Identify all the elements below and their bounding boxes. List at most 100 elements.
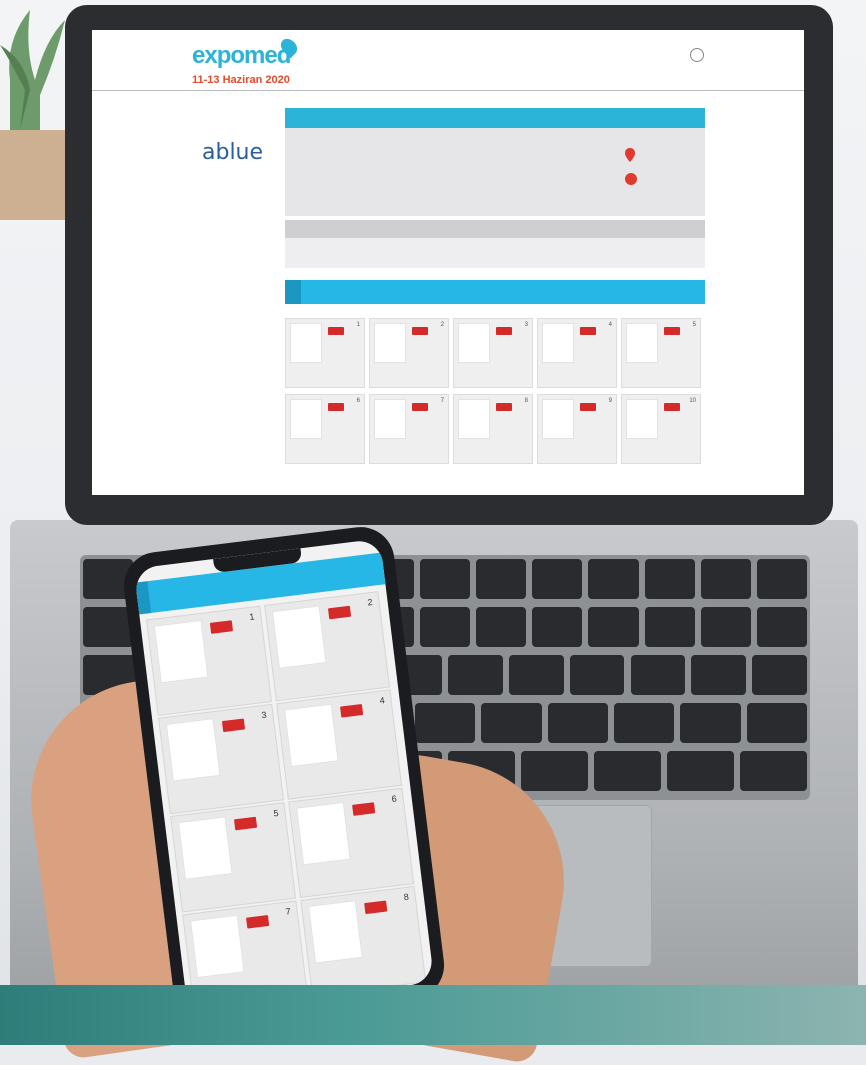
product-number: 5 [692,322,696,328]
product-number: 6 [391,793,398,805]
event-dates: 11-13 Haziran 2020 [192,74,290,86]
keyboard-key[interactable] [700,607,751,647]
product-image [153,619,209,684]
keyboard-key[interactable] [594,751,661,791]
flag-icon [233,816,258,831]
phone-tab-3[interactable] [159,578,175,611]
product-card[interactable]: 4 [537,318,617,388]
product-image [626,323,658,363]
keyboard-key[interactable] [644,607,695,647]
phone-product-card[interactable]: 1 [145,605,272,716]
keyboard-key[interactable] [476,559,527,599]
product-card[interactable]: 8 [453,394,533,464]
product-number: 2 [440,322,444,328]
tab-2[interactable] [301,280,317,304]
product-image [458,399,490,439]
flag-icon [664,403,680,411]
product-image [308,900,363,964]
phone-product-card[interactable]: 5 [170,802,297,913]
keyboard-key[interactable] [532,607,583,647]
flag-icon [328,403,344,411]
product-image [290,399,322,439]
product-image [283,703,339,768]
product-card[interactable]: 2 [369,318,449,388]
keyboard-key[interactable] [521,751,588,791]
tab-1[interactable] [285,280,301,304]
phone-product-card[interactable]: 3 [158,703,285,815]
product-number: 5 [272,807,280,819]
phone-product-card[interactable]: 2 [264,591,391,702]
keyboard-key[interactable] [680,703,741,743]
keyboard-key[interactable] [752,655,807,695]
keyboard-key[interactable] [756,607,807,647]
product-card[interactable]: 7 [369,394,449,464]
flag-icon [580,327,596,335]
product-number: 7 [440,398,444,404]
keyboard-key[interactable] [613,703,675,743]
tab-3[interactable] [317,280,333,304]
location-icon[interactable] [625,148,635,162]
flag-icon [340,703,364,718]
keyboard-key[interactable] [700,559,751,599]
phone-screen: 1 2 3 4 5 6 7 8 [133,538,435,1013]
contact-icon[interactable] [625,173,637,185]
phone-product-card[interactable]: 6 [288,787,415,898]
keyboard-key[interactable] [691,655,747,695]
keyboard-key[interactable] [746,703,807,743]
flag-icon [496,403,512,411]
flag-icon [364,900,388,915]
product-card[interactable]: 10 [621,394,701,464]
product-image [374,399,406,439]
product-card[interactable]: 1 [285,318,365,388]
product-number: 6 [356,398,360,404]
product-number: 1 [356,322,360,328]
keyboard-key[interactable] [83,607,134,647]
keyboard-key[interactable] [756,559,807,599]
product-number: 9 [608,398,612,404]
keyboard-key[interactable] [508,655,564,695]
flag-icon [664,327,680,335]
info-body [285,128,705,216]
keyboard-key[interactable] [448,655,503,695]
keyboard-key[interactable] [547,703,608,743]
flag-icon [496,327,512,335]
flag-icon [352,802,376,816]
expomed-logo[interactable]: expomed [192,42,291,70]
product-image [290,323,322,363]
keyboard-key[interactable] [569,655,625,695]
flag-icon [328,327,344,335]
keyboard-key[interactable] [532,559,583,599]
product-card[interactable]: 5 [621,318,701,388]
product-number: 8 [403,891,410,903]
keyboard-key[interactable] [740,751,807,791]
product-number: 4 [608,322,612,328]
keyboard-key[interactable] [419,607,471,647]
categories-header [285,220,705,238]
phone-product-card[interactable]: 4 [276,689,403,800]
flag-icon [412,403,428,411]
product-card[interactable]: 9 [537,394,617,464]
smartphone: 1 2 3 4 5 6 7 8 [120,523,448,1028]
phone-product-card[interactable]: 8 [300,885,427,997]
info-header [285,108,705,128]
flag-icon [246,915,270,929]
product-image [374,323,406,363]
keyboard-key[interactable] [588,559,639,599]
keyboard-key[interactable] [476,607,527,647]
product-image [626,399,658,439]
flag-icon [221,718,246,733]
bottom-color-band [0,985,866,1045]
flag-icon [412,327,428,335]
keyboard-key[interactable] [481,703,542,743]
product-image [542,399,574,439]
search-icon[interactable] [690,48,704,62]
keyboard-key[interactable] [644,559,695,599]
keyboard-key[interactable] [414,703,476,743]
product-card[interactable]: 3 [453,318,533,388]
keyboard-key[interactable] [588,607,639,647]
product-image [165,718,221,782]
keyboard-key[interactable] [630,655,686,695]
keyboard-key[interactable] [667,751,734,791]
keyboard-key[interactable] [419,559,471,599]
product-card[interactable]: 6 [285,394,365,464]
